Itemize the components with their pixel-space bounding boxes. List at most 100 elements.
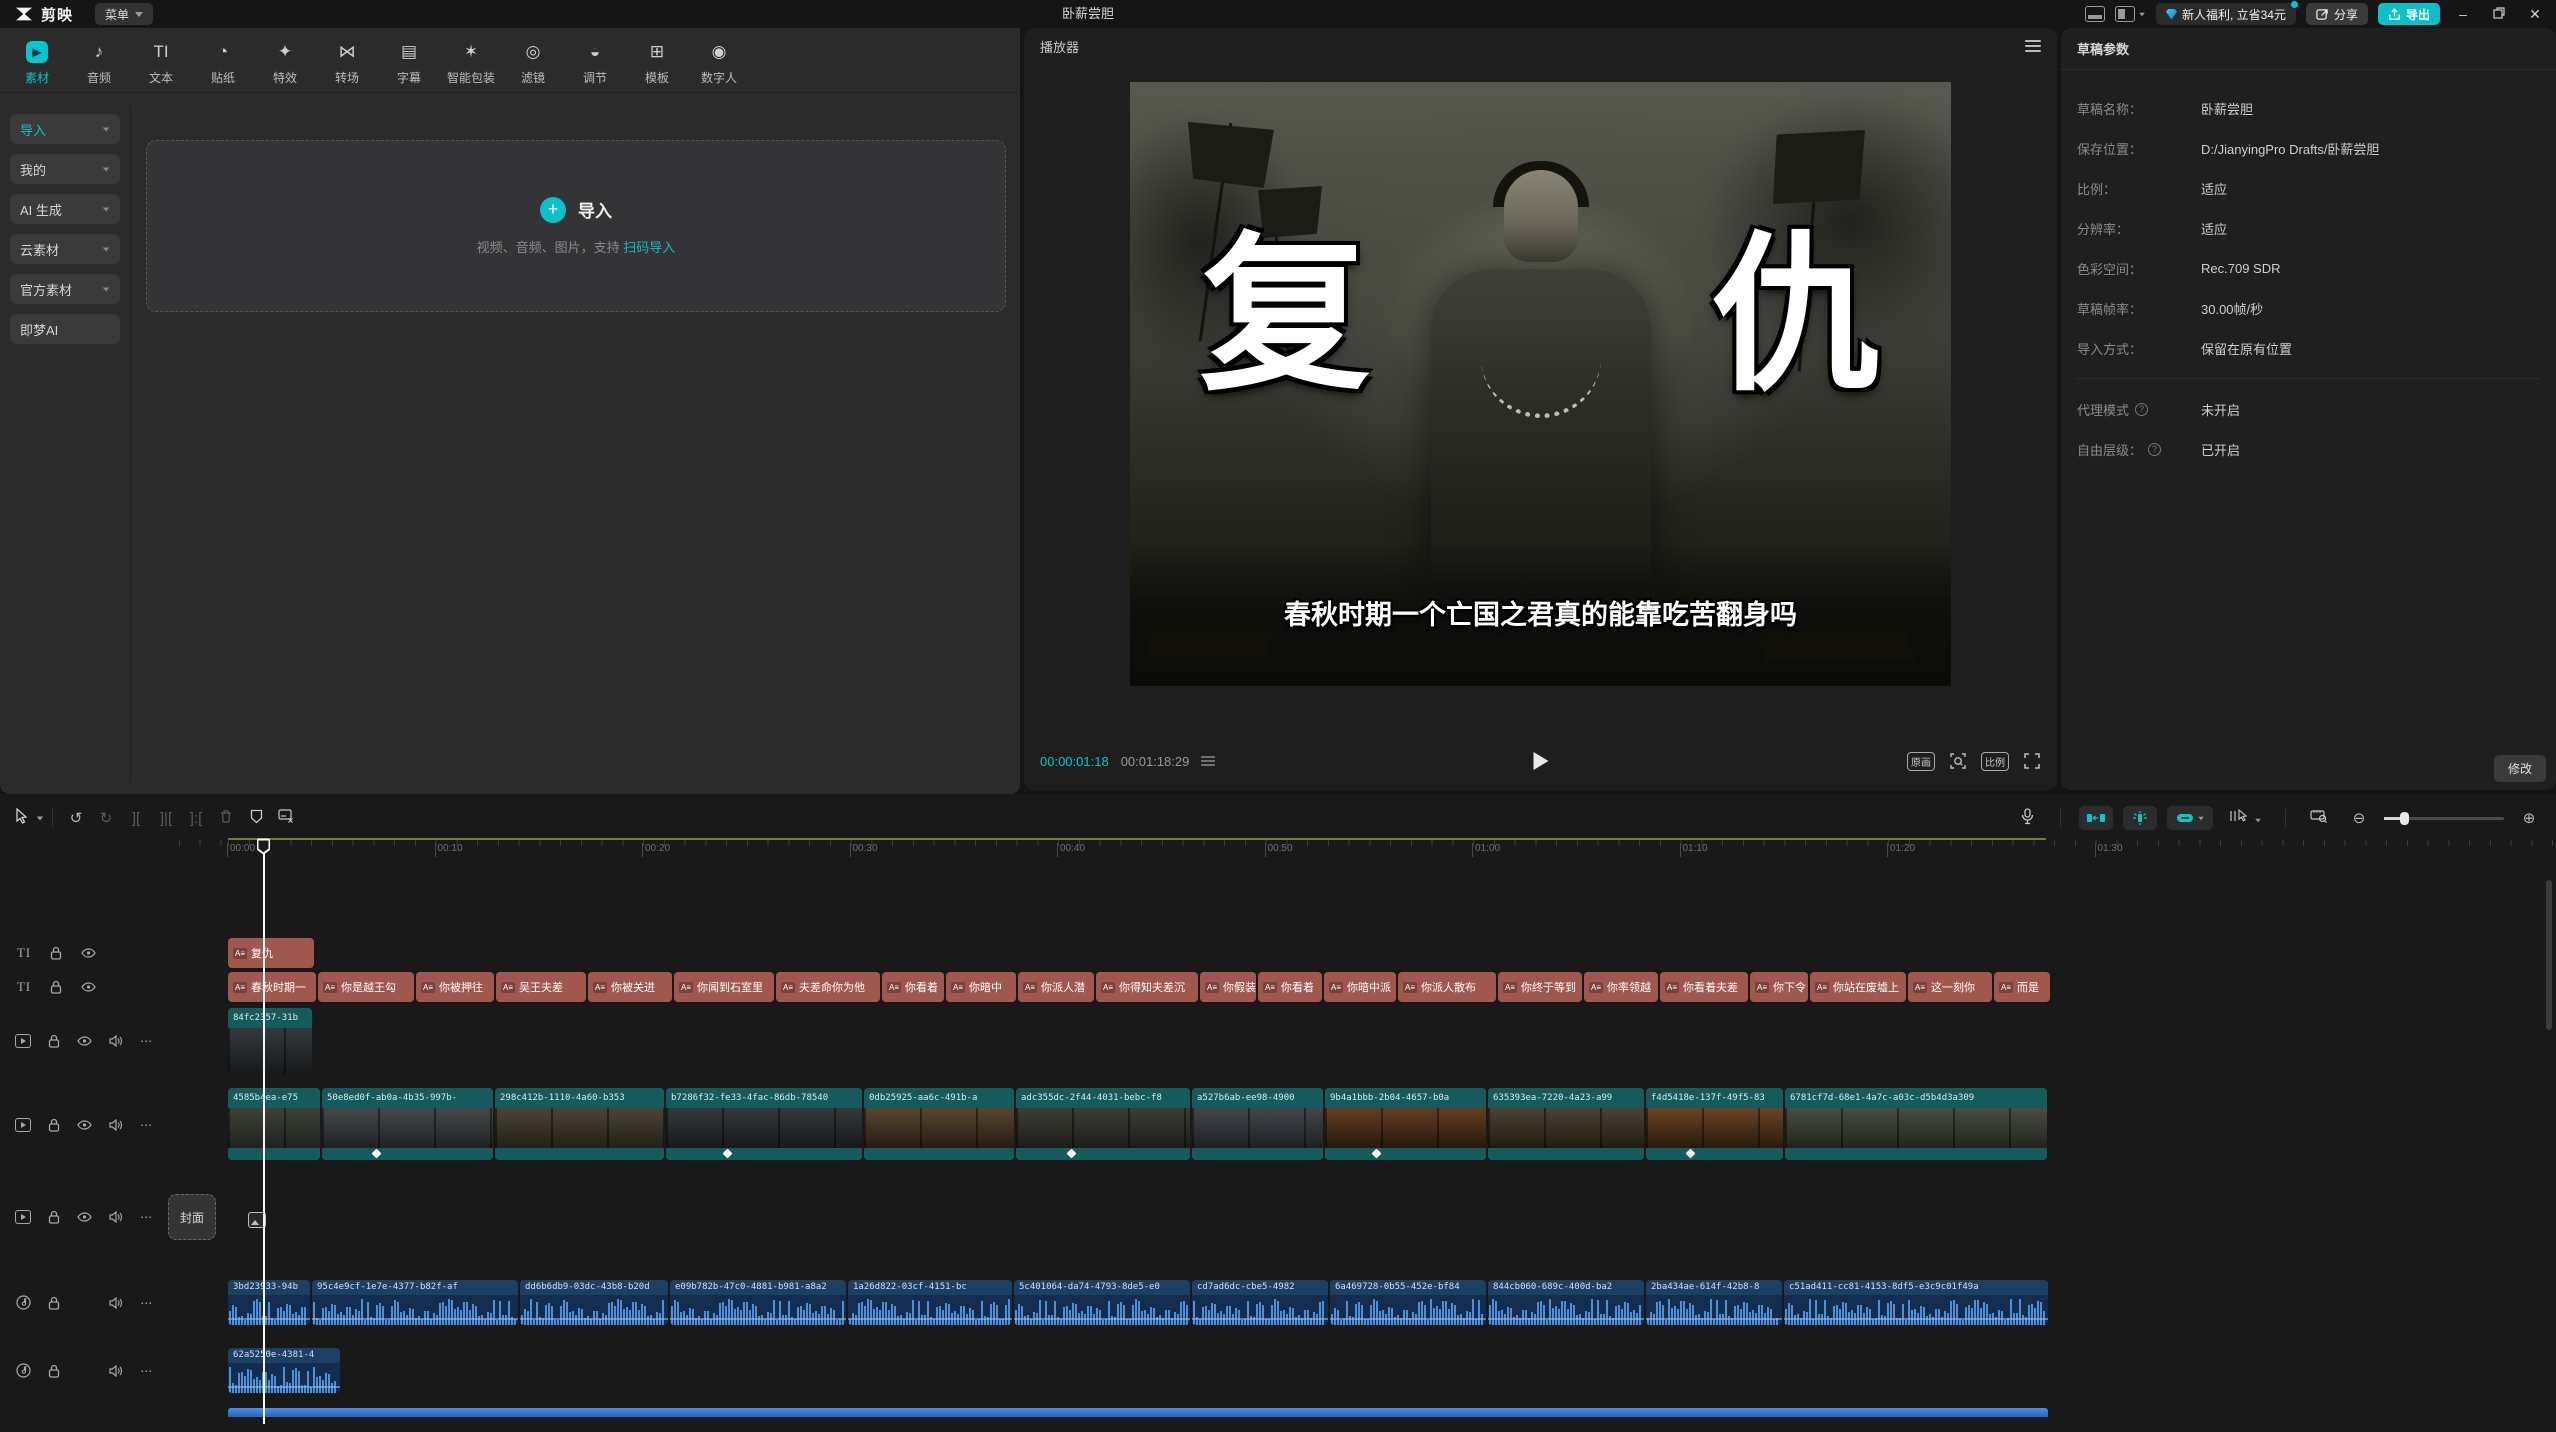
preview-zoom-icon[interactable] — [1949, 752, 1967, 770]
text-clip[interactable]: A≡这一刻你 — [1908, 972, 1992, 1002]
video-clip[interactable]: 6781cf7d-68e1-4a7c-a03c-d5b4d3a309 — [1785, 1088, 2047, 1160]
help-icon[interactable]: ? — [2148, 443, 2161, 456]
trim-right-button[interactable]: ]:[ — [181, 810, 211, 827]
keyframe-icon[interactable] — [1372, 1149, 1382, 1159]
speaker-icon[interactable] — [101, 1365, 132, 1377]
play-button[interactable] — [1533, 752, 1548, 770]
layout-mode-icon[interactable] — [2085, 6, 2105, 22]
speaker-icon[interactable] — [101, 1297, 132, 1309]
video-clip[interactable]: 9b4a1bbb-2b04-4657-b0a — [1325, 1088, 1486, 1160]
lock-icon[interactable] — [39, 1210, 70, 1224]
linkage-toggle[interactable] — [2167, 806, 2213, 830]
text-clip[interactable]: A≡你假装 — [1200, 972, 1256, 1002]
text-clip[interactable]: A≡你派人潜 — [1018, 972, 1094, 1002]
video-clip[interactable]: 84fc2357-31b — [228, 1008, 312, 1074]
lock-icon[interactable] — [39, 1034, 70, 1048]
lock-icon[interactable] — [39, 1118, 70, 1132]
tab-sticker[interactable]: ◔贴纸 — [192, 34, 254, 92]
frame-list-icon[interactable] — [1201, 756, 1215, 766]
video-clip[interactable]: 4585b4ea-e75 — [228, 1088, 320, 1160]
speaker-icon[interactable] — [100, 1035, 131, 1047]
lock-icon[interactable] — [40, 980, 72, 994]
audio-clip[interactable]: cd7ad6dc-cbe5-4982 — [1192, 1280, 1328, 1325]
select-tool[interactable] — [6, 808, 36, 828]
audio-clip[interactable]: 95c4e9cf-1e7e-4377-b82f-af — [312, 1280, 518, 1325]
text-clip[interactable]: A≡你暗中派 — [1324, 972, 1396, 1002]
workspace-layout-icon[interactable] — [2115, 6, 2135, 22]
export-button[interactable]: 导出 — [2378, 3, 2440, 25]
category-AI 生成[interactable]: AI 生成 — [10, 194, 120, 224]
text-clip[interactable]: A≡你看着夫差 — [1660, 972, 1748, 1002]
timeline-zoom-slider[interactable] — [2384, 817, 2504, 820]
tab-text[interactable]: TI文本 — [130, 34, 192, 92]
text-clip[interactable]: A≡而是 — [1994, 972, 2050, 1002]
audio-clip[interactable]: 3bd23933-94b — [228, 1280, 310, 1325]
timeline-vertical-scrollbar[interactable] — [2546, 880, 2552, 1030]
partial-clip[interactable] — [228, 1408, 2048, 1417]
trim-left-button[interactable]: ]|[ — [151, 810, 181, 827]
delete-button[interactable] — [211, 809, 241, 828]
category-我的[interactable]: 我的 — [10, 154, 120, 184]
select-tool-chevron[interactable] — [37, 816, 43, 820]
eye-icon[interactable] — [72, 982, 104, 992]
category-即梦AI[interactable]: 即梦AI — [10, 314, 120, 344]
text-clip[interactable]: A≡你看着 — [882, 972, 944, 1002]
import-plus-icon[interactable]: + — [540, 197, 566, 223]
text-clip[interactable]: A≡你是越王勾 — [318, 972, 414, 1002]
cover-button[interactable]: 封面 — [168, 1194, 216, 1240]
lock-icon[interactable] — [40, 946, 72, 960]
tab-audio[interactable]: ♪音频 — [68, 34, 130, 92]
tab-transition[interactable]: ⋈转场 — [316, 34, 378, 92]
playhead-line[interactable] — [263, 840, 265, 1424]
video-clip[interactable]: b7286f32-fe33-4fac-86db-78540 — [666, 1088, 862, 1160]
split-button[interactable]: ][ — [121, 810, 151, 827]
lock-icon[interactable] — [39, 1296, 70, 1310]
eye-icon[interactable] — [72, 948, 104, 958]
more-options-icon[interactable]: ⋯ — [132, 1296, 163, 1310]
promo-badge[interactable]: 新人福利, 立省34元 — [2156, 3, 2296, 25]
audio-clip[interactable]: e09b782b-47c0-4881-b981-a8a2 — [670, 1280, 846, 1325]
text-clip[interactable]: A≡吴王夫差 — [496, 972, 586, 1002]
ratio-button[interactable]: 比例 — [1981, 752, 2009, 771]
text-clip[interactable]: A≡你被押往 — [416, 972, 494, 1002]
tab-adjust[interactable]: ◒调节 — [564, 34, 626, 92]
lock-icon[interactable] — [39, 1364, 70, 1378]
scan-import-link[interactable]: 扫码导入 — [623, 240, 675, 255]
text-clip[interactable]: A≡你被关进 — [588, 972, 672, 1002]
more-options-icon[interactable]: ⋯ — [132, 1364, 163, 1378]
keyframe-icon[interactable] — [723, 1149, 733, 1159]
text-clip[interactable]: A≡复仇 — [228, 938, 314, 968]
tab-template[interactable]: ⊞模板 — [626, 34, 688, 92]
audio-clip[interactable]: 844cb060-689c-400d-ba2 — [1488, 1280, 1644, 1325]
text-clip[interactable]: A≡你下令 — [1750, 972, 1808, 1002]
undo-button[interactable]: ↺ — [61, 809, 91, 827]
preview-axis-toggle[interactable] — [2123, 806, 2157, 830]
audio-clip[interactable]: c51ad411-cc81-4153-8df5-e3c9c01f49a — [1784, 1280, 2048, 1325]
keyframe-icon[interactable] — [372, 1149, 382, 1159]
video-clip[interactable]: adc355dc-2f44-4031-bebc-f8 — [1016, 1088, 1190, 1160]
fullscreen-icon[interactable] — [2023, 752, 2041, 770]
speaker-icon[interactable] — [100, 1119, 131, 1131]
subtitle-clear-button[interactable] — [271, 809, 301, 827]
share-button[interactable]: 分享 — [2306, 3, 2368, 25]
timeline-preview-icon[interactable] — [2304, 809, 2334, 827]
video-clip[interactable]: a527b6ab-ee98-4900 — [1192, 1088, 1323, 1160]
zoom-out-button[interactable]: ⊖ — [2344, 809, 2374, 827]
eye-icon[interactable] — [70, 1212, 101, 1222]
text-clip[interactable]: A≡你终于等到 — [1498, 972, 1582, 1002]
record-voiceover-icon[interactable] — [2012, 808, 2042, 829]
quality-button[interactable]: 原画 — [1907, 752, 1935, 771]
audio-clip[interactable]: dd6b6db9-03dc-43b8-b20d — [520, 1280, 668, 1325]
audio-clip[interactable]: 62a5250e-4381-4 — [228, 1348, 340, 1393]
keyframe-icon[interactable] — [1686, 1149, 1696, 1159]
timeline-ruler[interactable]: 00:0000:1000:2000:3000:4000:5001:0001:10… — [162, 840, 2556, 862]
close-button[interactable]: ✕ — [2522, 6, 2548, 23]
text-clip[interactable]: A≡你得知夫差沉 — [1096, 972, 1198, 1002]
category-导入[interactable]: 导入 — [10, 114, 120, 144]
text-clip[interactable]: A≡春秋时期一 — [228, 972, 316, 1002]
tab-digital-human[interactable]: ◉数字人 — [688, 34, 750, 92]
help-icon[interactable]: ? — [2135, 403, 2148, 416]
restore-button[interactable] — [2486, 6, 2512, 22]
more-options-icon[interactable]: ⋯ — [131, 1034, 162, 1048]
text-clip[interactable]: A≡你看着 — [1258, 972, 1322, 1002]
